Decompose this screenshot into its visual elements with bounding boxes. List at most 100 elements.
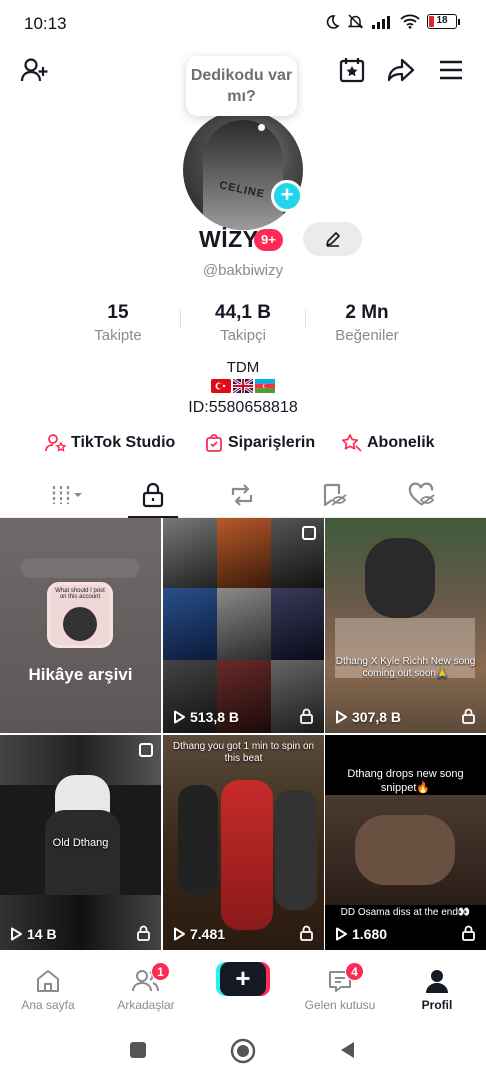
tab-favorites[interactable]: [305, 472, 363, 518]
story-archive-thumbnail: What should I post on this account: [47, 582, 113, 648]
friends-badge: 1: [151, 962, 170, 981]
video-caption-top: Dthang drops new song snippet🔥: [347, 768, 464, 794]
recents-button[interactable]: [128, 1040, 148, 1065]
add-story-button[interactable]: +: [271, 180, 303, 212]
dnd-moon-icon: [326, 14, 340, 29]
wifi-icon: [400, 14, 420, 29]
video-tile[interactable]: Dthang drops new song snippet🔥 DD Osama …: [325, 735, 486, 950]
status-icons: 18: [324, 13, 460, 30]
stat-followers[interactable]: 44,1 B Takipçi: [188, 302, 298, 344]
lock-icon: [462, 925, 475, 941]
create-button[interactable]: +: [216, 962, 270, 996]
username: WİZY: [199, 226, 259, 252]
repost-icon: [231, 484, 253, 506]
profile-tabs: [0, 472, 486, 518]
tab-videos[interactable]: [39, 472, 97, 518]
play-icon: [336, 927, 347, 941]
video-tile[interactable]: Dthang you got 1 min to spin on this bea…: [163, 735, 324, 950]
nav-friends[interactable]: 1 Arkadaşlar: [101, 962, 191, 1012]
orders-link[interactable]: Siparişlerin: [204, 433, 315, 453]
lock-icon: [300, 925, 313, 941]
edit-profile-button[interactable]: [303, 222, 362, 256]
view-count: 14 B: [10, 926, 57, 942]
video-caption: Dthang you got 1 min to spin on this bea…: [172, 741, 315, 764]
nav-profile[interactable]: Profil: [392, 966, 482, 1012]
play-icon: [174, 710, 185, 724]
system-nav-bar: [0, 1020, 486, 1080]
avatar-image: CELINE: [183, 110, 303, 230]
videos-grid-icon: [52, 486, 82, 504]
studio-person-icon: [45, 434, 67, 452]
view-count: 7.481: [173, 926, 225, 942]
bottom-nav: Ana sayfa 1 Arkadaşlar + 4 Gelen kutusu …: [0, 960, 486, 1020]
play-icon: [11, 927, 22, 941]
lock-icon: [137, 925, 150, 941]
inbox-badge: 4: [345, 962, 364, 981]
video-caption: Old Dthang: [52, 837, 109, 849]
tab-reposts[interactable]: [213, 472, 271, 518]
add-friend-icon[interactable]: [16, 50, 52, 90]
share-icon[interactable]: [383, 50, 419, 90]
subscription-link[interactable]: Abonelik: [341, 433, 435, 453]
home-icon: [37, 970, 59, 992]
stat-likes[interactable]: 2 Mn Beğeniler: [312, 302, 422, 344]
profile-avatar[interactable]: CELINE +: [183, 110, 303, 230]
nav-inbox[interactable]: 4 Gelen kutusu: [295, 962, 385, 1012]
calendar-star-icon[interactable]: [334, 50, 370, 90]
shopping-bag-icon: [206, 434, 222, 452]
video-tile[interactable]: Dthang X Kyle Richh New song coming out …: [325, 518, 486, 733]
status-bar: 10:13 18: [0, 0, 486, 48]
battery-indicator: 18: [427, 14, 457, 29]
video-tile[interactable]: Old Dthang 14 B: [0, 735, 161, 950]
lock-icon: [462, 708, 475, 724]
home-system-button[interactable]: [230, 1038, 256, 1069]
tab-private[interactable]: [124, 472, 182, 518]
multi-image-icon: [139, 743, 153, 757]
bio-text: TDM: [226, 359, 260, 376]
play-icon: [336, 710, 347, 724]
notification-badge[interactable]: 9+: [254, 229, 283, 251]
uk-flag-icon: [233, 379, 253, 393]
pencil-icon: [325, 232, 340, 247]
bio-flags: [0, 379, 486, 395]
profile-handle: @bakbiwizy: [202, 262, 284, 279]
multi-image-icon: [302, 526, 316, 540]
nav-home[interactable]: Ana sayfa: [3, 966, 93, 1012]
back-system-button[interactable]: [338, 1040, 358, 1065]
video-caption: DD Osama diss at the end👀: [340, 907, 471, 918]
name-row: WİZY 9+: [0, 222, 486, 256]
view-count: 513,8 B: [173, 709, 239, 725]
profile-links: TikTok Studio Siparişlerin Abonelik: [0, 433, 486, 459]
azerbaijan-flag-icon: [255, 379, 275, 393]
story-archive-tile[interactable]: What should I post on this account Hikây…: [0, 518, 161, 733]
tiktok-studio-link[interactable]: TikTok Studio: [45, 433, 175, 453]
menu-icon[interactable]: [433, 50, 469, 90]
story-archive-label: Hikâye arşivi: [28, 665, 133, 684]
profile-bio: TDM ID:5580658818: [0, 358, 486, 417]
signal-icon: [372, 15, 390, 29]
play-icon: [174, 927, 185, 941]
lock-icon: [142, 482, 164, 508]
note-bubble[interactable]: Dedikodu var mı?: [186, 56, 297, 116]
profile-icon: [426, 970, 448, 993]
profile-stats: 15 Takipte 44,1 B Takipçi 2 Mn Beğeniler: [0, 302, 486, 346]
subscription-star-icon: [341, 434, 362, 452]
stat-following[interactable]: 15 Takipte: [63, 302, 173, 344]
recents-square-icon: [130, 1042, 146, 1058]
video-caption: Dthang X Kyle Richh New song coming out …: [335, 656, 476, 679]
lock-icon: [300, 708, 313, 724]
view-count: 307,8 B: [335, 709, 401, 725]
view-count: 1.680: [335, 926, 387, 942]
video-grid: What should I post on this account Hikây…: [0, 518, 486, 952]
video-tile[interactable]: 513,8 B: [163, 518, 324, 733]
mute-bell-icon: [347, 14, 364, 29]
tab-liked[interactable]: [393, 472, 451, 518]
account-id: ID:5580658818: [188, 399, 298, 416]
note-bubble-tail: [258, 124, 265, 131]
heart-hidden-icon: [408, 482, 435, 506]
back-triangle-icon: [341, 1042, 354, 1058]
status-time: 10:13: [24, 14, 67, 33]
bookmark-hidden-icon: [323, 483, 347, 507]
battery-tip: [458, 18, 460, 25]
turkey-flag-icon: [211, 379, 231, 393]
